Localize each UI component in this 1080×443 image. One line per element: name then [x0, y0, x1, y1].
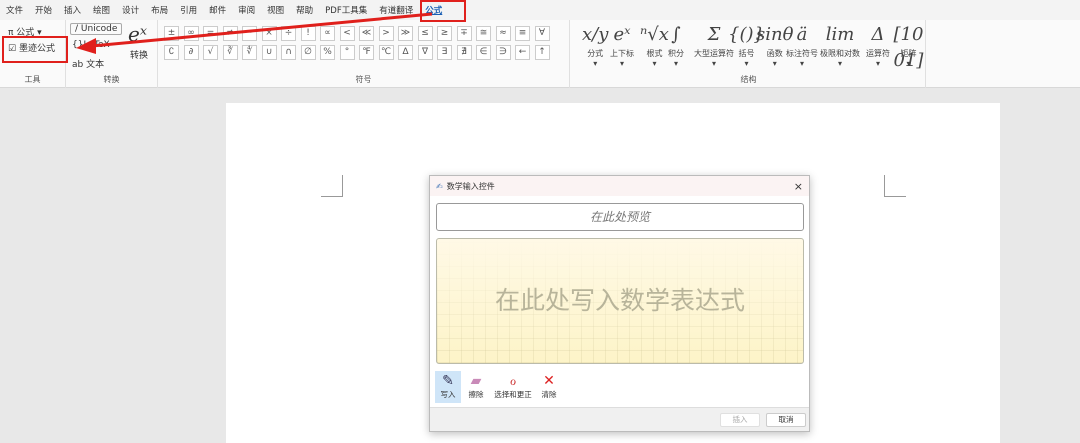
- annotation-arrow: [76, 12, 433, 54]
